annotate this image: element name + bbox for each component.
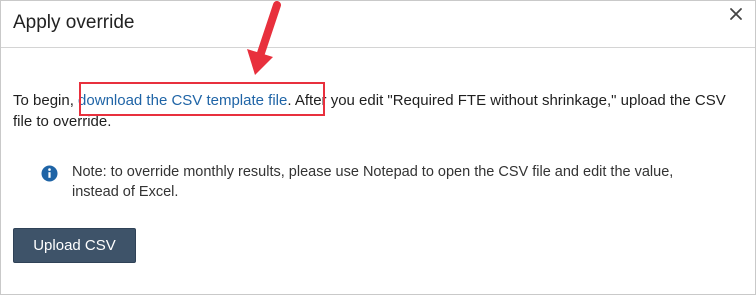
dialog-title: Apply override [13, 12, 135, 33]
upload-csv-button[interactable]: Upload CSV [13, 228, 136, 263]
close-icon[interactable] [726, 4, 746, 24]
dialog-header: Apply override [1, 1, 755, 48]
info-icon [41, 165, 58, 182]
apply-override-dialog: Apply override To begin, download the CS… [0, 0, 756, 295]
intro-text: To begin, download the CSV template file… [13, 90, 743, 132]
download-template-link[interactable]: download the CSV template file [78, 92, 287, 109]
note-text: Note: to override monthly results, pleas… [72, 164, 674, 200]
intro-before: To begin, [13, 92, 79, 109]
